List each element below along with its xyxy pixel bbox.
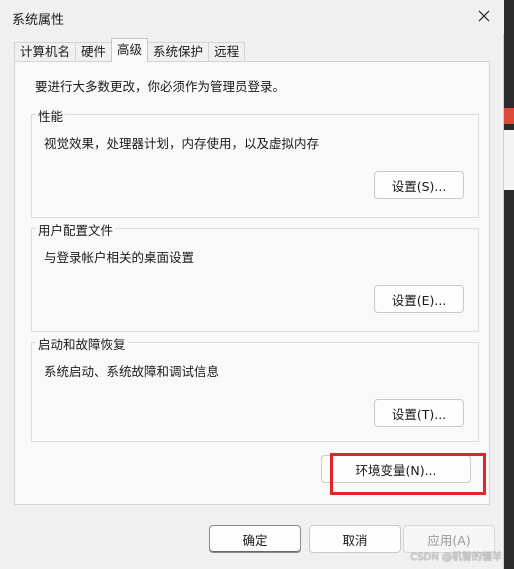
title-bar[interactable]: 系统属性 [0,0,504,34]
close-button[interactable] [470,4,498,28]
cancel-button[interactable]: 取消 [309,525,401,553]
startup-recovery-title: 启动和故障恢复 [36,334,128,353]
background-app-right [504,0,514,569]
performance-title: 性能 [36,106,66,125]
tab-advanced[interactable]: 高级 [111,38,149,62]
advanced-tab-panel: 要进行大多数更改，你必须作为管理员登录。 性能 视觉效果，处理器计划，内存使用，… [14,61,490,505]
user-profiles-settings-button[interactable]: 设置(E)... [374,285,464,313]
user-profiles-description: 与登录帐户相关的桌面设置 [44,250,195,265]
performance-description: 视觉效果，处理器计划，内存使用，以及虚拟内存 [44,136,320,151]
tab-hardware[interactable]: 硬件 [75,42,113,62]
admin-notice: 要进行大多数更改，你必须作为管理员登录。 [35,79,286,94]
window-title: 系统属性 [12,13,65,28]
tab-computer-name[interactable]: 计算机名 [14,42,77,62]
ok-button[interactable]: 确定 [209,525,301,553]
close-icon [478,10,490,22]
startup-recovery-settings-button[interactable]: 设置(T)... [374,399,464,427]
highlight-box [330,453,486,495]
background-fragment [504,108,514,124]
performance-settings-button[interactable]: 设置(S)... [374,171,464,199]
tab-system-protection[interactable]: 系统保护 [147,42,210,62]
user-profiles-group: 用户配置文件 与登录帐户相关的桌面设置 设置(E)... [31,220,479,332]
performance-group: 性能 视觉效果，处理器计划，内存使用，以及虚拟内存 设置(S)... [31,106,479,218]
startup-recovery-description: 系统启动、系统故障和调试信息 [44,364,220,379]
tab-bar: 计算机名 硬件 高级 系统保护 远程 [14,38,246,62]
background-fragment [504,130,514,190]
startup-recovery-group: 启动和故障恢复 系统启动、系统故障和调试信息 设置(T)... [31,334,479,442]
system-properties-dialog: 系统属性 计算机名 硬件 高级 系统保护 远程 要进行大多数更改，你必须作为管理… [0,0,504,569]
watermark: CSDN @机智的慢羊 [410,552,502,563]
tab-remote[interactable]: 远程 [208,42,246,62]
user-profiles-title: 用户配置文件 [36,220,116,239]
